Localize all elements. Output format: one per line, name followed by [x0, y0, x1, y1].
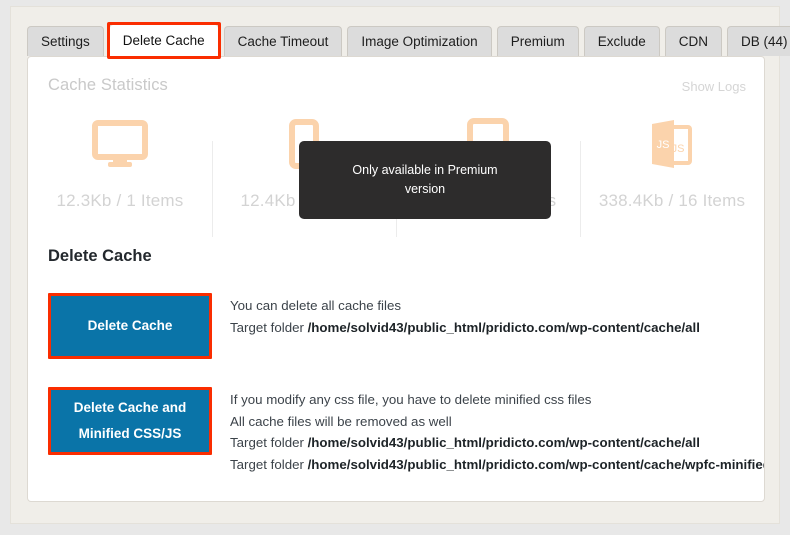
cache-statistics-title: Cache Statistics: [48, 76, 168, 95]
description-text: All cache files will be removed as well: [230, 414, 452, 429]
action-description: If you modify any css file, you have to …: [230, 387, 765, 475]
tab-premium[interactable]: Premium: [497, 26, 579, 56]
delete-cache-button[interactable]: Delete Cache: [51, 296, 209, 356]
show-logs-link[interactable]: Show Logs: [682, 79, 746, 94]
cache-stat-cell: 12.3Kb / 1 Items: [28, 113, 212, 243]
description-text: Target folder: [230, 435, 308, 450]
tab-strip: Settings Delete Cache Cache Timeout Image O…: [27, 18, 790, 56]
tab-cdn[interactable]: CDN: [665, 26, 722, 56]
tab-exclude[interactable]: Exclude: [584, 26, 660, 56]
description-text: You can delete all cache files: [230, 298, 401, 313]
desktop-icon: [28, 113, 212, 175]
tab-label: Cache Timeout: [238, 34, 329, 49]
description-line: All cache files will be removed as well: [230, 411, 765, 433]
tab-label: Settings: [41, 34, 90, 49]
description-line: Target folder /home/solvid43/public_html…: [230, 454, 765, 476]
tab-image-optimization[interactable]: Image Optimization: [347, 26, 491, 56]
cache-stat-label: 338.4Kb / 16 Items: [580, 191, 764, 211]
action-description: You can delete all cache files Target fol…: [230, 293, 700, 338]
description-text: Target folder: [230, 457, 308, 472]
js-files-icon: JSJS: [580, 113, 764, 175]
tab-label: Exclude: [598, 34, 646, 49]
tab-label: Image Optimization: [361, 34, 477, 49]
target-folder-path: /home/solvid43/public_html/pridicto.com/…: [308, 320, 700, 335]
delete-cache-and-minified-button[interactable]: Delete Cache andMinified CSS/JS: [51, 390, 209, 452]
tab-label: DB (44): [741, 34, 788, 49]
button-highlight-outline: Delete Cache: [48, 293, 212, 359]
tab-settings[interactable]: Settings: [27, 26, 104, 56]
premium-tooltip: Only available in Premium version: [299, 141, 551, 219]
description-line: Target folder /home/solvid43/public_html…: [230, 432, 765, 454]
button-label-line1: Delete Cache and: [74, 395, 187, 421]
description-line: Target folder /home/solvid43/public_html…: [230, 317, 700, 339]
delete-cache-section-title: Delete Cache: [48, 247, 152, 266]
description-text: Target folder: [230, 320, 308, 335]
svg-text:JS: JS: [657, 139, 670, 151]
tab-delete-cache[interactable]: Delete Cache: [109, 24, 219, 56]
delete-cache-action-row: Delete Cache andMinified CSS/JS If you mo…: [48, 387, 765, 475]
target-folder-path: /home/solvid43/public_html/pridicto.com/…: [308, 457, 765, 472]
button-label-line1: Delete Cache: [88, 313, 173, 339]
cache-statistics-header: Cache Statistics Show Logs: [28, 71, 764, 105]
cache-stat-label: 12.3Kb / 1 Items: [28, 191, 212, 211]
admin-page-wrapper: Settings Delete Cache Cache Timeout Image O…: [10, 6, 780, 524]
tab-label: Premium: [511, 34, 565, 49]
description-line: You can delete all cache files: [230, 295, 700, 317]
tab-label: CDN: [679, 34, 708, 49]
delete-cache-panel: Cache Statistics Show Logs 12.3Kb / 1 It…: [27, 56, 765, 502]
target-folder-path: /home/solvid43/public_html/pridicto.com/…: [308, 435, 700, 450]
tab-label: Delete Cache: [123, 33, 205, 48]
button-highlight-outline: Delete Cache andMinified CSS/JS: [48, 387, 212, 455]
delete-cache-action-row: Delete Cache You can delete all cache fil…: [48, 293, 700, 359]
description-line: If you modify any css file, you have to …: [230, 389, 765, 411]
cache-stat-cell: JSJS 338.4Kb / 16 Items: [580, 113, 764, 243]
tab-cache-timeout[interactable]: Cache Timeout: [224, 26, 343, 56]
description-text: If you modify any css file, you have to …: [230, 392, 591, 407]
tab-db[interactable]: DB (44): [727, 26, 790, 56]
button-label-line2: Minified CSS/JS: [79, 421, 182, 447]
